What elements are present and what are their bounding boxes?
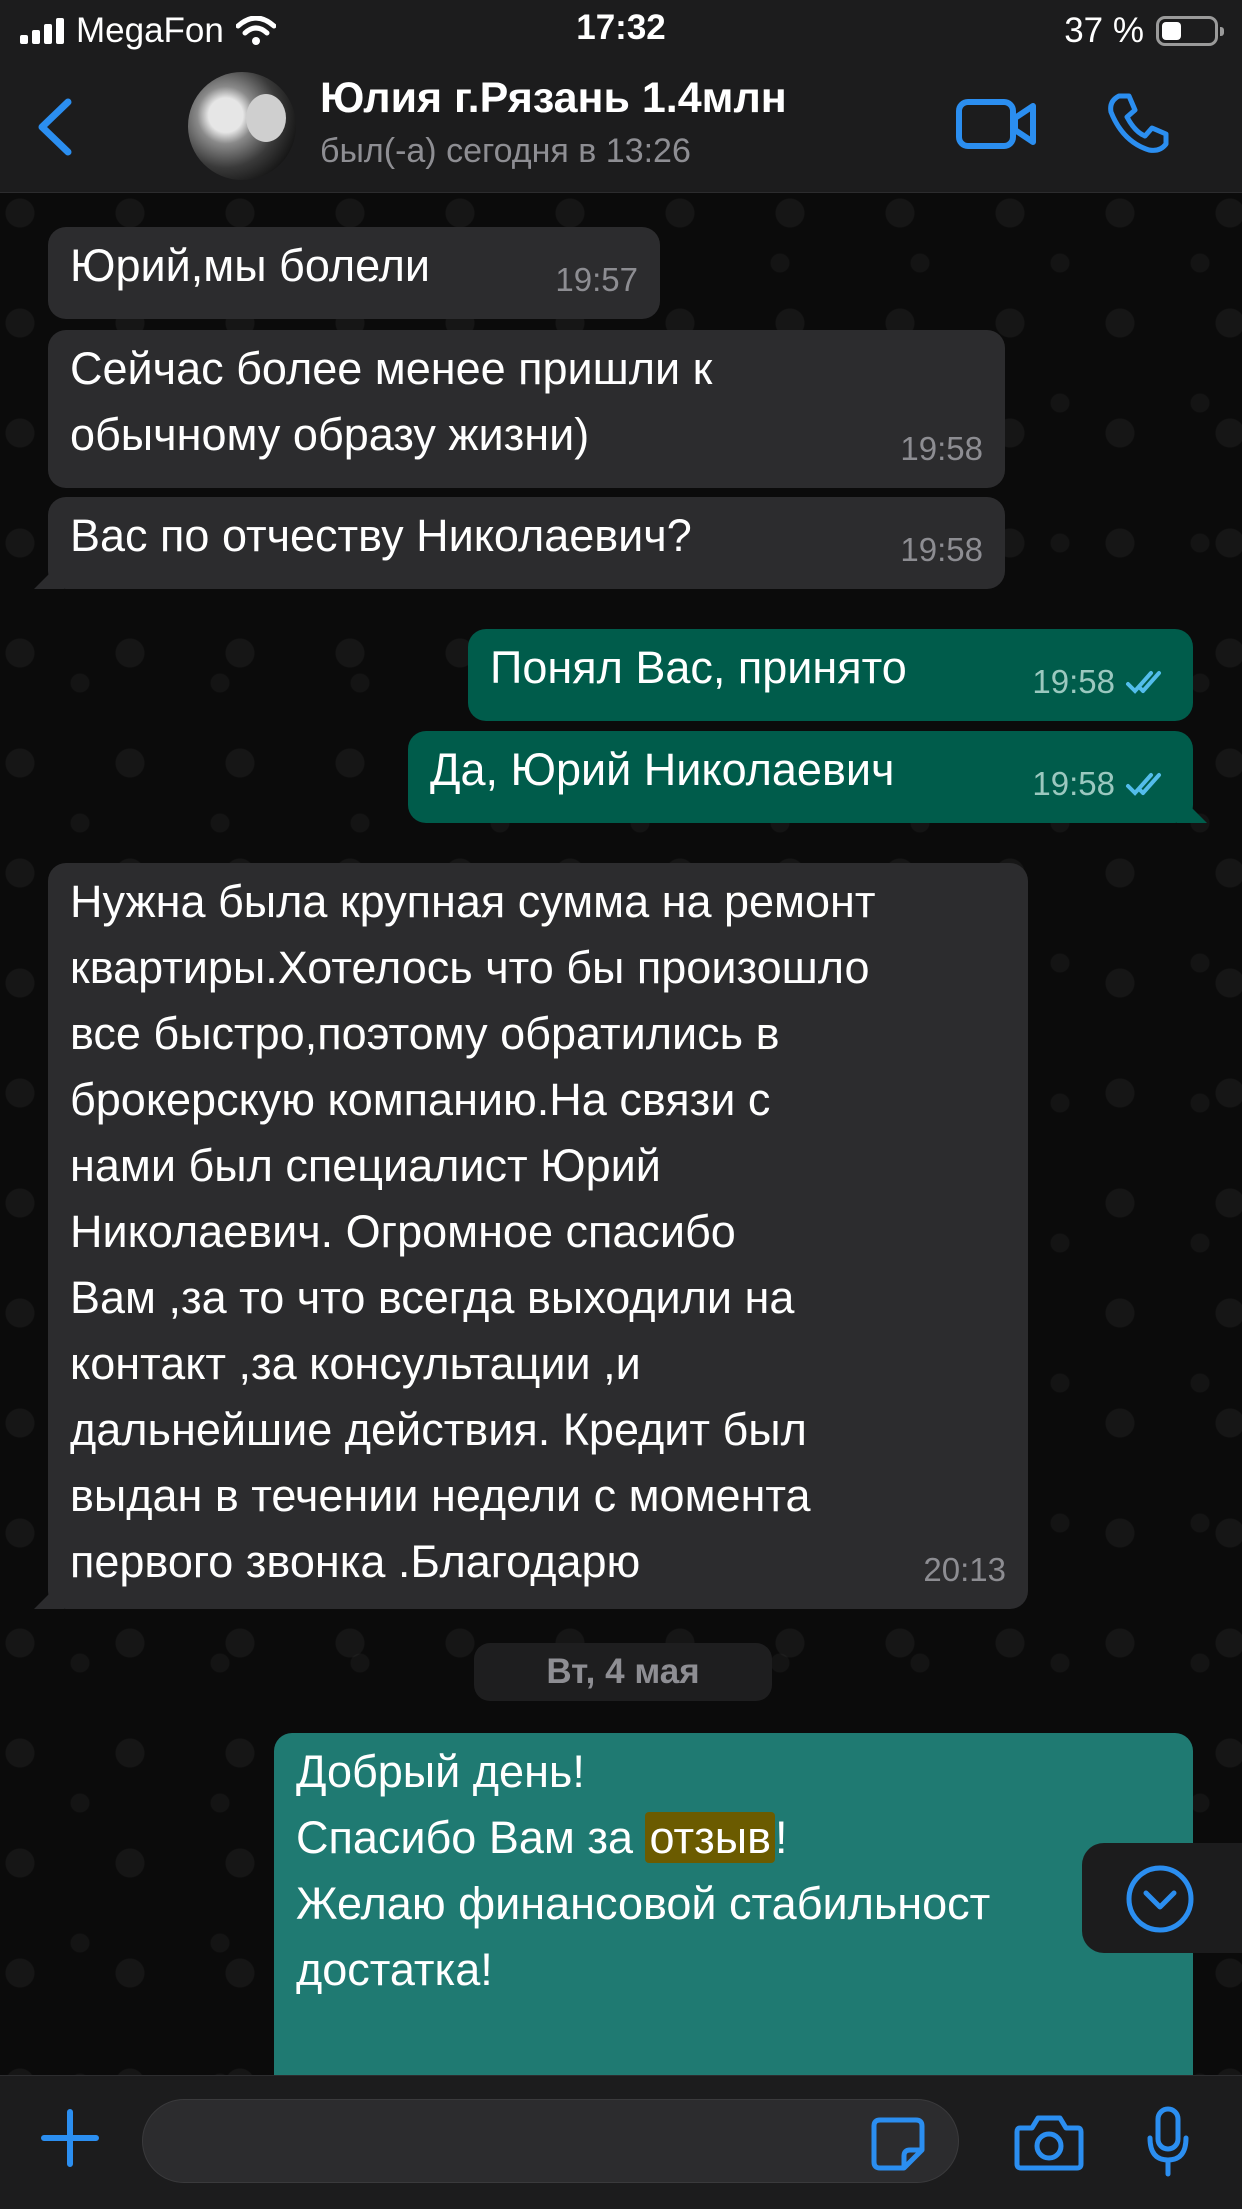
search-highlight: отзыв <box>645 1812 776 1863</box>
clock: 17:32 <box>576 8 666 47</box>
scroll-to-bottom-button[interactable] <box>1082 1843 1242 1953</box>
avatar[interactable] <box>188 72 296 180</box>
status-bar: MegaFon 17:32 37 % <box>0 0 1242 62</box>
date-separator: Вт, 4 мая <box>474 1643 772 1701</box>
message-time: 19:58 <box>900 430 983 467</box>
message-line: Спасибо Вам за отзыв! <box>296 1805 1171 1871</box>
message-text-part: Спасибо Вам за <box>296 1812 646 1863</box>
sticker-icon[interactable] <box>870 2116 926 2172</box>
message-text: Нужна была крупная сумма на ремонт кварт… <box>70 876 876 1587</box>
message-meta: 19:58 <box>1032 751 1171 817</box>
chat-area[interactable]: Юрий,мы болели 19:57 Сейчас более менее … <box>0 193 1242 2075</box>
message-text-part: ! <box>775 1812 788 1863</box>
message-line: достатка! <box>296 1944 493 1995</box>
plus-icon[interactable] <box>38 2106 102 2170</box>
message-bubble-incoming[interactable]: Вас по отчеству Николаевич? 19:58 <box>34 497 1005 589</box>
message-time: 19:58 <box>1032 765 1115 802</box>
message-time: 19:57 <box>555 261 638 298</box>
microphone-icon[interactable] <box>1146 2106 1190 2178</box>
message-bubble-outgoing[interactable]: Да, Юрий Николаевич 19:58 <box>408 731 1207 823</box>
message-line: Желаю финансовой стабильност <box>296 1878 991 1929</box>
message-meta: 19:58 <box>1032 649 1171 715</box>
message-line: Добрый день! <box>296 1746 585 1797</box>
chevron-left-icon[interactable] <box>30 92 80 162</box>
message-bubble-incoming[interactable]: Нужна была крупная сумма на ремонт кварт… <box>34 863 1028 1609</box>
chevron-down-circle-icon <box>1126 1865 1194 1933</box>
message-text: Вас по отчеству Николаевич? <box>70 510 692 561</box>
video-camera-icon[interactable] <box>955 92 1037 156</box>
message-bubble-outgoing[interactable]: Добрый день! Спасибо Вам за отзыв! Желаю… <box>274 1733 1193 2075</box>
message-bubble-incoming[interactable]: Сейчас более менее пришли к обычному обр… <box>48 330 1005 488</box>
message-composer <box>0 2075 1242 2209</box>
last-seen-status: был(-а) сегодня в 13:26 <box>320 132 691 170</box>
status-right: 37 % <box>1064 8 1224 54</box>
read-ticks-icon <box>1126 671 1161 694</box>
contact-name[interactable]: Юлия г.Рязань 1.4млн <box>320 74 787 123</box>
camera-icon[interactable] <box>1014 2112 1084 2172</box>
message-text: Сейчас более менее пришли к обычному обр… <box>70 343 713 460</box>
chat-header: Юлия г.Рязань 1.4млн был(-а) сегодня в 1… <box>0 62 1242 193</box>
message-input[interactable] <box>142 2099 959 2183</box>
message-bubble-outgoing[interactable]: Понял Вас, принято 19:58 <box>468 629 1193 721</box>
phone-icon[interactable] <box>1105 90 1171 156</box>
message-time: 20:13 <box>923 1551 1006 1588</box>
message-time: 19:58 <box>1032 663 1115 700</box>
battery-icon <box>1156 16 1224 46</box>
read-ticks-icon <box>1126 773 1161 796</box>
message-bubble-incoming[interactable]: Юрий,мы болели 19:57 <box>48 227 660 319</box>
battery-percent: 37 % <box>1064 11 1144 50</box>
message-time: 19:58 <box>900 531 983 568</box>
